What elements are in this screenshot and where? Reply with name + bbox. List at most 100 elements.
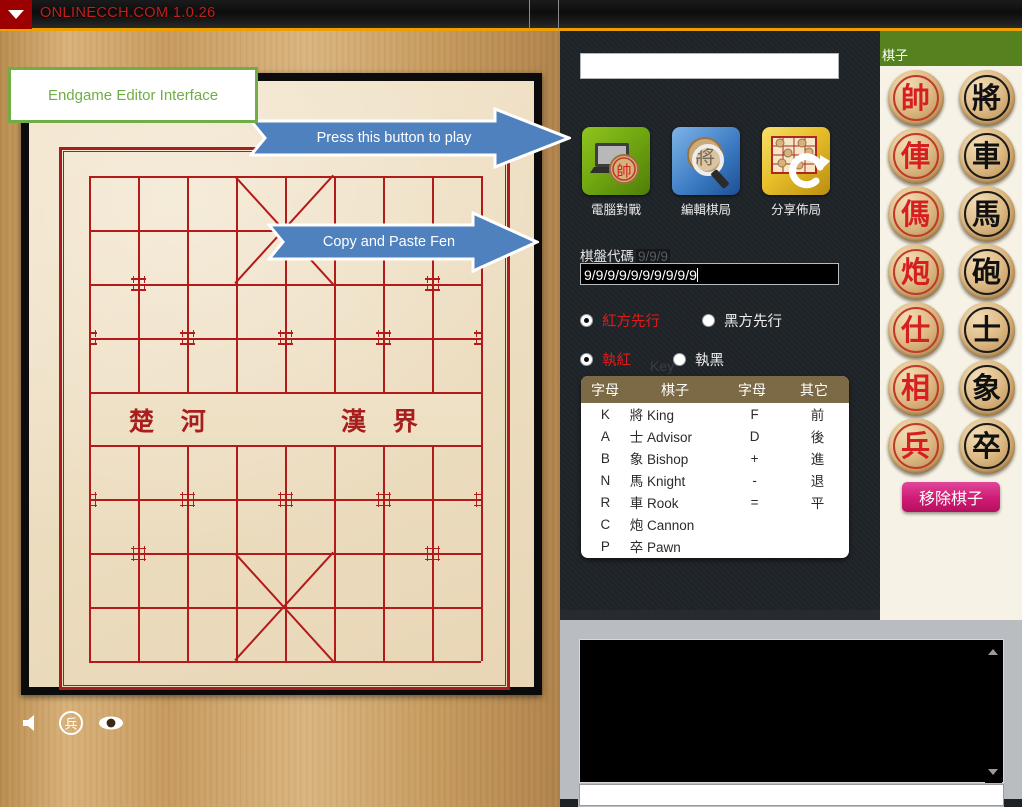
- board-star-point: [424, 276, 440, 292]
- palette-piece[interactable]: 卒: [958, 418, 1015, 474]
- piece-glyph: 炮: [900, 254, 930, 289]
- palette-piece[interactable]: 炮: [887, 244, 944, 300]
- piece-glyph: 仕: [900, 312, 930, 347]
- radio-play-red-label: 執紅: [602, 352, 631, 369]
- key-cell: +: [750, 450, 759, 466]
- dropdown-button[interactable]: [0, 0, 32, 29]
- search-input[interactable]: [580, 53, 839, 79]
- river-text-right: 漢 界: [341, 407, 427, 436]
- tool-share-layout[interactable]: 分享佈局: [762, 127, 830, 227]
- key-cell: 士 Advisor: [629, 430, 692, 445]
- board-star-point: [130, 545, 146, 561]
- palette-piece[interactable]: 砲: [958, 244, 1015, 300]
- annotation-label-box: Endgame Editor Interface: [8, 67, 258, 123]
- eye-icon[interactable]: [98, 710, 124, 736]
- tool-button-row: 帥 電腦對戰 將 編輯棋局: [582, 127, 862, 227]
- callout-press-to-play: Press this button to play: [249, 107, 571, 169]
- board-star-point: [179, 491, 195, 507]
- palette-piece[interactable]: 帥: [887, 70, 944, 126]
- piece-glyph: 象: [971, 370, 1001, 405]
- radio-black-first[interactable]: [702, 313, 715, 327]
- board-rank-line: [89, 391, 481, 394]
- palette-piece[interactable]: 車: [958, 128, 1015, 184]
- annotation-label-text: Endgame Editor Interface: [47, 86, 219, 104]
- remove-pieces-button[interactable]: 移除棋子: [902, 482, 1000, 512]
- fen-ghost-text: 9/9/9: [636, 249, 671, 264]
- piece-palette-grid: 帥 將俥 車傌 馬炮 砲仕 士相 象兵 卒: [880, 66, 1022, 476]
- key-header-letter-1: 字母: [591, 381, 619, 398]
- key-cell: N: [600, 472, 611, 488]
- board-star-point: [277, 330, 293, 346]
- key-cell: D: [749, 428, 760, 444]
- board-star-point: [277, 491, 293, 507]
- xiangqi-board[interactable]: 楚 河 漢 界: [29, 81, 534, 690]
- key-cell: 象 Bishop: [629, 452, 689, 467]
- key-description-table: 字母 棋子 字母 其它 K 將 King F 前 A 士 Advisor D 後 B 象 Bish…: [581, 376, 849, 558]
- board-star-point: [179, 330, 195, 346]
- scroll-up-icon[interactable]: [988, 649, 998, 655]
- piece-glyph: 相: [900, 370, 930, 405]
- palette-piece[interactable]: 馬: [958, 186, 1015, 242]
- piece-palette: 棋子 帥 將俥 車傌 馬炮 砲仕 士相 象兵 卒 移除棋子: [880, 31, 1022, 620]
- callout-copy-paste-fen-text: Copy and Paste Fen: [322, 234, 456, 250]
- board-rank-line: [89, 176, 481, 178]
- title-bar: ONLINECCH.COM 1.0.26: [0, 0, 1022, 31]
- key-description-row: C 炮 Cannon: [581, 513, 849, 535]
- key-cell: 退: [810, 474, 825, 489]
- scroll-down-icon[interactable]: [988, 769, 998, 775]
- chat-panel: [560, 620, 1022, 807]
- tool-play-computer[interactable]: 帥 電腦對戰: [582, 127, 650, 227]
- radio-play-red[interactable]: [580, 352, 593, 366]
- tool-play-computer-label: 電腦對戰: [590, 203, 641, 217]
- palette-piece[interactable]: 將: [958, 70, 1015, 126]
- app-title: ONLINECCH.COM 1.0.26: [40, 5, 216, 21]
- board-star-point: [375, 491, 391, 507]
- board-refresh-icon: [762, 127, 830, 195]
- radio-red-first-label: 紅方先行: [602, 313, 660, 330]
- palette-piece[interactable]: 傌: [887, 186, 944, 242]
- palette-piece[interactable]: 士: [958, 302, 1015, 358]
- river-text-left: 楚 河: [129, 407, 215, 436]
- key-description-row: B 象 Bishop + 進: [581, 447, 849, 469]
- tool-edit-board[interactable]: 將 編輯棋局: [672, 127, 740, 227]
- piece-glyph: 卒: [971, 428, 1001, 463]
- key-cell: =: [750, 494, 759, 510]
- key-header-letter-2: 字母: [738, 381, 766, 398]
- piece-glyph: 砲: [971, 254, 1001, 289]
- key-cell: R: [600, 494, 611, 510]
- board-star-point: [82, 491, 97, 507]
- key-description-row: P 卒 Pawn: [581, 535, 849, 557]
- key-cell: K: [600, 406, 610, 422]
- key-cell: 後: [810, 430, 825, 445]
- titlebar-divider-1: [529, 0, 530, 29]
- board-panel: 楚 河 漢 界 Endgame Editor Interface 兵 Press…: [0, 31, 571, 807]
- key-description-row: R 車 Rook = 平: [581, 491, 849, 513]
- palette-piece[interactable]: 兵: [887, 418, 944, 474]
- key-cell: [723, 513, 786, 535]
- chat-log[interactable]: [579, 639, 1004, 783]
- chat-scrollbar[interactable]: [985, 641, 1002, 783]
- piece-glyph: 將: [971, 80, 1001, 115]
- sound-icon[interactable]: [18, 710, 44, 736]
- tool-share-layout-label: 分享佈局: [770, 203, 821, 217]
- palette-piece[interactable]: 相: [887, 360, 944, 416]
- piece-glyph: 兵: [900, 428, 930, 463]
- piece-palette-header: 棋子: [880, 31, 1022, 66]
- laptop-chess-icon: 帥: [582, 127, 650, 195]
- chevron-down-icon: [8, 10, 24, 19]
- palette-piece[interactable]: 仕: [887, 302, 944, 358]
- chat-input[interactable]: [579, 784, 1004, 806]
- palette-piece[interactable]: 象: [958, 360, 1015, 416]
- piece-toggle-icon[interactable]: 兵: [58, 710, 84, 736]
- radio-red-first[interactable]: [580, 313, 593, 327]
- board-file-line: [89, 176, 91, 661]
- key-cell: B: [600, 450, 610, 466]
- key-header-other: 其它: [800, 381, 828, 398]
- key-cell: 馬 Knight: [629, 474, 686, 489]
- fen-input[interactable]: 9/9/9/9/9/9/9/9/9/9: [580, 263, 839, 285]
- key-cell: 進: [810, 452, 825, 467]
- radio-black-first-label: 黑方先行: [724, 313, 782, 330]
- board-star-point: [473, 330, 489, 346]
- fen-label-row: 棋盤代碼 9/9/9: [580, 245, 850, 264]
- palette-piece[interactable]: 俥: [887, 128, 944, 184]
